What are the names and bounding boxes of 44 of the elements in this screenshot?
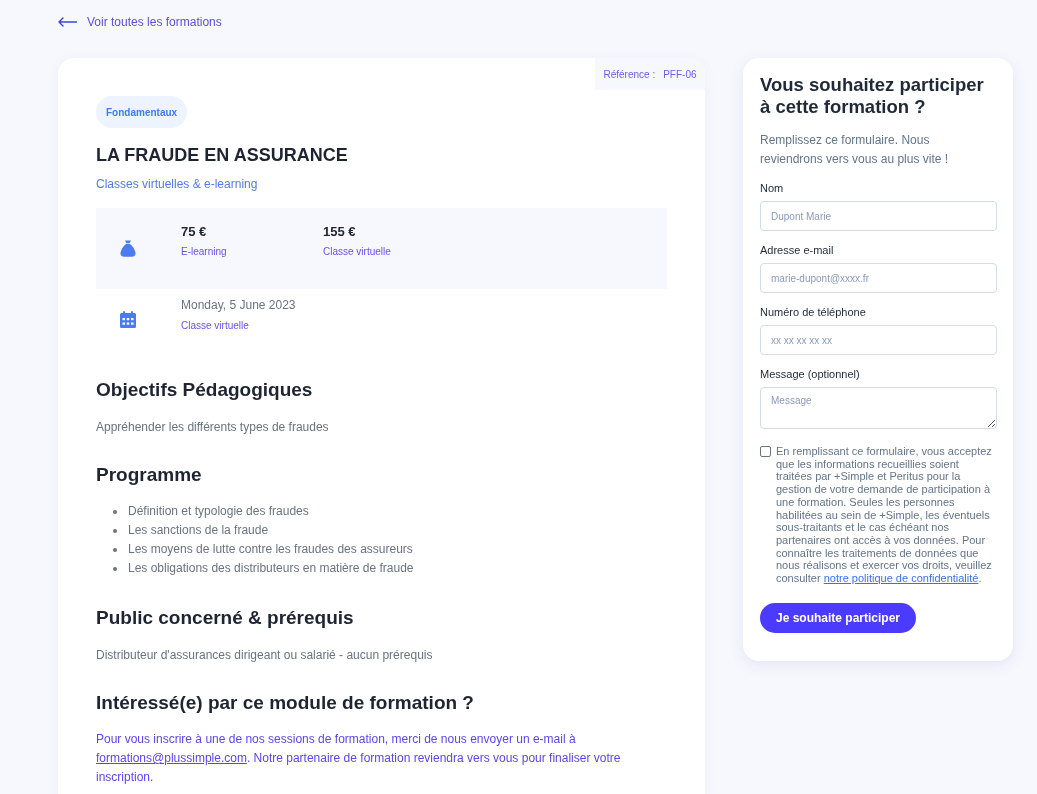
input-field[interactable]: marie-dupont@xxxx.fr	[760, 263, 997, 293]
section-heading: Public concerné & prérequis	[96, 606, 355, 630]
section-heading: Intéressé(e) par ce module de formation ?	[96, 691, 475, 715]
money-bag-icon	[120, 240, 136, 257]
submit-button[interactable]: Je souhaite participer	[760, 602, 917, 633]
email-link[interactable]: formations@plussimple.com	[96, 751, 247, 765]
section-heading: Objectifs Pédagogiques	[96, 378, 314, 402]
field-label: Nom	[760, 181, 785, 195]
bullet-icon	[113, 509, 117, 514]
message-field[interactable]: Message	[760, 387, 997, 429]
consent-text: En remplissant ce formulaire, vous acceptez que les informations recueillies soient traitées par +Simple et Peritus pour la gestion de votre demande de participation à une formation. Seules les personnes habilitées au sein de +Simple, les éventuels sous-traitants et le cas échéant nos partenaires ont accès à vos données. Pour connaître les traitements de données que nous réalisons et exercer vos droits, veuillez consulter notre politique de confidentialité.	[776, 445, 993, 585]
input-field[interactable]: Dupont Marie	[760, 201, 997, 231]
reference-value: PFF-06	[663, 67, 697, 82]
form-intro: Remplissez ce formulaire. Nous reviendrons vers vous au plus vite !	[760, 132, 950, 168]
bullet-icon	[113, 528, 117, 533]
back-link[interactable]: Voir toutes les formations	[58, 14, 222, 30]
section-text: Appréhender les différents types de fraudes	[96, 419, 330, 435]
session-mode: Classe virtuelle	[181, 319, 250, 333]
field-label: Numéro de téléphone	[760, 305, 867, 319]
price-mode: E-learning	[181, 245, 228, 259]
calendar-icon	[120, 311, 136, 328]
price-mode: Classe virtuelle	[323, 245, 392, 259]
course-title: LA FRAUDE EN ASSURANCE	[96, 144, 349, 167]
program-item: Les obligations des distributeurs en matière de fraude	[128, 560, 414, 577]
input-field[interactable]: xx xx xx xx xx	[760, 325, 997, 355]
form-title: Vous souhaitez participer à cette formation ?	[760, 74, 985, 118]
program-item: Les moyens de lutte contre les fraudes des assureurs	[128, 541, 413, 558]
bullet-icon	[113, 566, 117, 571]
section-heading: Programme	[96, 463, 203, 487]
price-amount: 155 €	[323, 223, 357, 241]
field-label: Message (optionnel)	[760, 367, 861, 381]
field-label: Adresse e-mail	[760, 243, 835, 257]
arrow-left-icon	[58, 17, 77, 27]
contact-text: Pour vous inscrire à une de nos sessions de formation, merci de nous envoyer un e-mail à formations@plussimple.com. Notre partenaire de formation reviendra vers vous pour finaliser votre inscription.	[96, 731, 622, 786]
course-subtitle: Classes virtuelles & e-learning	[96, 176, 259, 192]
session-date: Monday, 5 June 2023	[181, 297, 296, 313]
program-item: Les sanctions de la fraude	[128, 522, 269, 539]
category-badge: Fondamentaux	[96, 96, 188, 128]
consent-checkbox[interactable]	[760, 446, 771, 457]
program-item: Définition et typologie des fraudes	[128, 503, 309, 520]
bullet-icon	[113, 547, 117, 552]
reference-label: Référence :	[603, 67, 656, 82]
section-text: Distributeur d'assurances dirigeant ou salarié - aucun prérequis	[96, 647, 434, 663]
price-amount: 75 €	[181, 223, 208, 241]
